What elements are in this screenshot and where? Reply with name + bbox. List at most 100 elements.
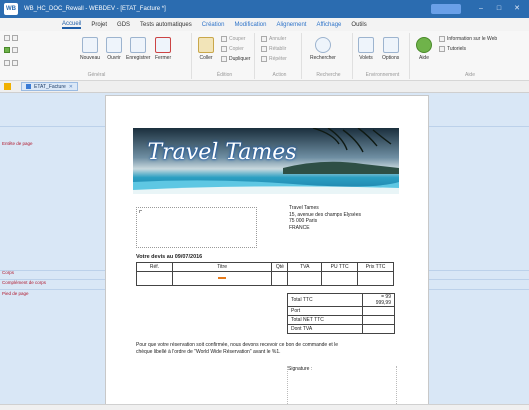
- col-pu-ttc[interactable]: PU TTC: [321, 262, 359, 272]
- report-editor[interactable]: Entête de page Corps Complément de corps…: [0, 93, 529, 410]
- document-tab-bar: ETAT_Facture ✕: [0, 81, 529, 93]
- ribbon: Nouveau Ouvrir Enregistrer Fermer Généra…: [0, 31, 529, 81]
- tutorial-icon: [439, 46, 445, 52]
- banner-image[interactable]: Travel Tames: [133, 128, 399, 194]
- quote-lines-table[interactable]: Réf. Titre Qté TVA PU TTC Prix TTC: [136, 262, 394, 286]
- totals-row[interactable]: Dont TVA: [287, 324, 395, 334]
- table-header-row: Réf. Titre Qté TVA PU TTC Prix TTC: [136, 262, 394, 272]
- guide-line: [287, 366, 288, 406]
- cell-qte[interactable]: [271, 271, 289, 286]
- tutorials-link[interactable]: Tutoriels: [439, 46, 466, 52]
- tab-alignement[interactable]: Alignement: [276, 22, 306, 28]
- ribbon-tabs: Accueil Projet GDS Tests automatiques Cr…: [0, 18, 529, 31]
- undo-icon: [261, 36, 267, 42]
- new-element-icon: [4, 35, 10, 41]
- report-icon: [26, 84, 31, 89]
- tab-tests-automatiques[interactable]: Tests automatiques: [140, 22, 192, 28]
- open-button[interactable]: Ouvrir: [106, 37, 122, 61]
- document-tab-etat-facture[interactable]: ETAT_Facture ✕: [21, 82, 78, 91]
- web-info-link[interactable]: Information sur le Web: [439, 36, 497, 42]
- ribbon-group-recherche: Rechercher Recherche: [305, 33, 353, 79]
- guide-line: [396, 366, 397, 406]
- cell-tva[interactable]: [287, 271, 323, 286]
- col-titre[interactable]: Titre: [171, 262, 273, 272]
- save-icon: [130, 37, 147, 53]
- col-qte[interactable]: Qté: [271, 262, 289, 272]
- panes-button[interactable]: Volets: [358, 37, 374, 61]
- account-button[interactable]: [431, 4, 461, 14]
- help-button[interactable]: Aide: [416, 37, 432, 61]
- new-document-icon: [82, 37, 98, 53]
- globe-icon: [439, 36, 445, 42]
- tab-outils[interactable]: Outils: [351, 22, 366, 28]
- panes-icon: [358, 37, 374, 53]
- search-button[interactable]: Rechercher: [310, 37, 336, 61]
- tab-modification[interactable]: Modification: [234, 22, 266, 28]
- ribbon-group-aide: Aide Information sur le Web Tutoriels Ai…: [413, 33, 527, 79]
- totals-row[interactable]: Total NET TTC: [287, 315, 395, 325]
- folder-icon: [106, 37, 122, 53]
- copy-button[interactable]: Copier: [221, 46, 244, 52]
- copy-icon: [221, 46, 227, 52]
- pin-icon[interactable]: [4, 83, 11, 90]
- tab-creation[interactable]: Création: [202, 22, 225, 28]
- totals-row[interactable]: Port: [287, 306, 395, 316]
- band-label-pied[interactable]: Pied de page: [2, 291, 29, 296]
- ribbon-group-edition: Coller Couper Copier Dupliquer Édition: [195, 33, 255, 79]
- quote-title[interactable]: Votre devis au 09/07/2016: [136, 254, 202, 260]
- col-tva[interactable]: TVA: [287, 262, 323, 272]
- save-button[interactable]: Enregistrer: [126, 37, 150, 61]
- window-controls: – □ ✕: [431, 4, 523, 14]
- redo-button[interactable]: Rétablir: [261, 46, 286, 52]
- cell-ref[interactable]: [136, 271, 173, 286]
- search-icon: [314, 37, 331, 53]
- cell-prix-ttc[interactable]: [357, 271, 394, 286]
- close-tab-icon[interactable]: ✕: [69, 84, 73, 90]
- tab-accueil[interactable]: Accueil: [62, 21, 82, 29]
- duplicate-button[interactable]: Dupliquer: [221, 56, 250, 62]
- band-label-corps[interactable]: Corps: [2, 270, 14, 275]
- redo-icon: [261, 46, 267, 52]
- customer-address-box[interactable]: [136, 207, 257, 248]
- webdev-logo: WB: [4, 3, 18, 15]
- totals-table[interactable]: Total TTC = 99 999,99 Port Total NET TTC …: [287, 293, 395, 334]
- window-title: WB_HC_DOC_Rewall - WEBDEV - [ETAT_Factur…: [24, 6, 166, 12]
- band-label-complement[interactable]: Complément de corps: [2, 280, 46, 285]
- signature-label[interactable]: Signature :: [288, 366, 312, 372]
- banner-title: Travel Tames: [147, 140, 297, 165]
- cell-titre[interactable]: [171, 271, 273, 286]
- totals-row[interactable]: Total TTC = 99 999,99: [287, 293, 395, 307]
- ribbon-group-general: Nouveau Ouvrir Enregistrer Fermer Généra…: [2, 33, 192, 79]
- back-icon: [4, 60, 10, 66]
- tab-gds[interactable]: GDS: [117, 22, 130, 28]
- nav-icons[interactable]: [4, 60, 18, 66]
- options-button[interactable]: Options: [382, 37, 399, 61]
- close-document-button[interactable]: Fermer: [155, 37, 171, 61]
- minimize-button[interactable]: –: [475, 4, 487, 14]
- quick-access-icons[interactable]: [4, 35, 18, 41]
- cell-pu-ttc[interactable]: [321, 271, 359, 286]
- close-button[interactable]: ✕: [511, 4, 523, 14]
- corner-handle: [139, 210, 142, 213]
- repeat-button[interactable]: Répéter: [261, 56, 287, 62]
- wizard-icons[interactable]: [4, 47, 18, 53]
- col-prix-ttc[interactable]: Prix TTC: [357, 262, 394, 272]
- cut-button[interactable]: Couper: [221, 36, 245, 42]
- company-address[interactable]: Travel Tames 15, avenue des champs Elysé…: [289, 205, 361, 231]
- tab-affichage[interactable]: Affichage: [316, 22, 341, 28]
- duplicate-icon: [221, 56, 227, 62]
- title-bar: WB WB_HC_DOC_Rewall - WEBDEV - [ETAT_Fac…: [0, 0, 529, 18]
- col-ref[interactable]: Réf.: [136, 262, 173, 272]
- table-row[interactable]: [136, 271, 394, 286]
- report-page[interactable]: Travel Tames Travel Tames 15, avenue des…: [105, 95, 429, 407]
- field-marker: [218, 277, 227, 279]
- band-label-entete[interactable]: Entête de page: [2, 141, 33, 146]
- undo-button[interactable]: Annuler: [261, 36, 286, 42]
- close-doc-icon: [155, 37, 172, 53]
- go-icon: [12, 47, 18, 53]
- maximize-button[interactable]: □: [493, 4, 505, 14]
- new-button[interactable]: Nouveau: [80, 37, 100, 61]
- footer-confirmation-text[interactable]: Pour que votre réservation soit confirmé…: [136, 342, 346, 355]
- paste-button[interactable]: Coller: [198, 37, 214, 61]
- tab-projet[interactable]: Projet: [91, 22, 107, 28]
